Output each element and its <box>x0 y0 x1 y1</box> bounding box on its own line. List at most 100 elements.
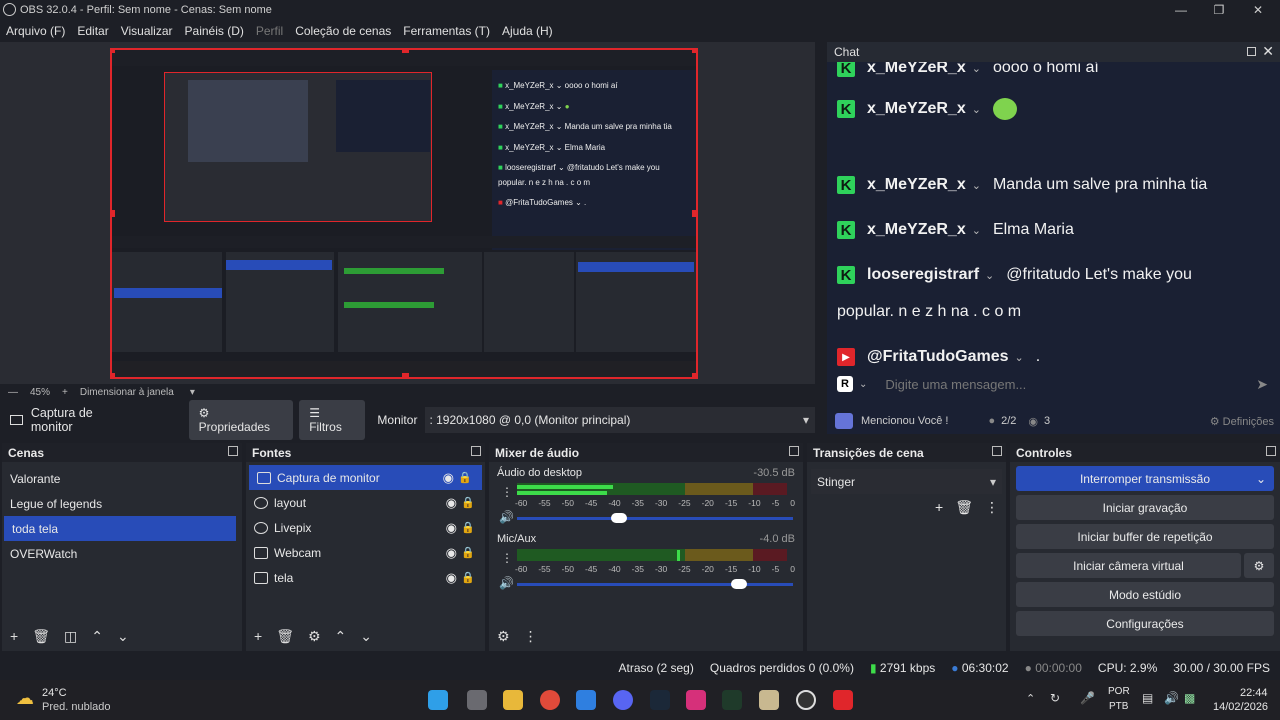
popout-icon[interactable] <box>1247 47 1256 56</box>
source-item[interactable]: tela ◉ 🔒 <box>246 565 485 590</box>
weather-icon[interactable]: ☁ <box>16 688 34 709</box>
minecraft-icon[interactable] <box>722 690 742 710</box>
menu-dots-icon[interactable]: ⋮ <box>501 551 513 565</box>
filters-button[interactable]: ☰ Filtros <box>299 400 366 440</box>
source-item[interactable]: Webcam ◉ 🔒 <box>246 540 485 565</box>
popout-icon[interactable] <box>471 446 481 456</box>
scene-item[interactable]: OVERWatch <box>2 541 242 566</box>
app-icon[interactable] <box>833 690 853 710</box>
instagram-icon[interactable] <box>686 690 706 710</box>
clock-time[interactable]: 22:44 <box>1240 687 1268 699</box>
popout-icon[interactable] <box>1266 446 1276 456</box>
eye-icon[interactable]: ◉ <box>446 570 457 586</box>
avatar[interactable]: R <box>837 376 853 392</box>
menu-perfil[interactable]: Perfil <box>250 24 289 38</box>
zoom-out-button[interactable]: — <box>8 387 18 398</box>
close-icon[interactable]: ✕ <box>1262 43 1274 60</box>
menu-ajuda[interactable]: Ajuda (H) <box>496 24 559 38</box>
mic-icon[interactable]: 🎤 <box>1080 691 1095 705</box>
volume-slider[interactable] <box>517 513 793 523</box>
lang-2[interactable]: PTB <box>1109 701 1128 712</box>
menu-dots-icon[interactable]: ⋮ <box>501 485 513 499</box>
properties-button[interactable]: ⚙ Propriedades <box>188 400 294 440</box>
network-icon[interactable]: ▤ <box>1142 691 1153 705</box>
lock-icon[interactable]: 🔒 <box>461 571 475 584</box>
menu-arquivo[interactable]: Arquivo (F) <box>0 24 71 38</box>
lock-icon[interactable]: 🔒 <box>458 471 472 484</box>
speaker-icon[interactable]: 🔊 <box>499 510 514 524</box>
send-icon[interactable]: ➤ <box>1256 376 1268 393</box>
eye-icon[interactable]: ◉ <box>446 495 457 511</box>
menu-visualizar[interactable]: Visualizar <box>115 24 179 38</box>
eye-icon[interactable]: ◉ <box>446 545 457 561</box>
advanced-audio-icon[interactable]: ⚙ <box>497 628 510 645</box>
game-icon[interactable] <box>759 690 779 710</box>
settings-button[interactable]: Configurações <box>1016 611 1274 636</box>
virtual-camera-button[interactable]: Iniciar câmera virtual <box>1016 553 1241 578</box>
lock-icon[interactable]: 🔒 <box>461 546 475 559</box>
eye-icon[interactable]: ◉ <box>443 470 454 486</box>
minimize-button[interactable]: — <box>1171 2 1191 18</box>
discord-icon[interactable] <box>613 690 633 710</box>
scene-item[interactable]: Legue of legends <box>2 491 242 516</box>
popout-icon[interactable] <box>789 446 799 456</box>
zoom-mode[interactable]: Dimensionar à janela <box>80 387 174 398</box>
source-item-selected[interactable]: Captura de monitor ◉ 🔒 <box>249 465 482 490</box>
lock-icon[interactable]: 🔒 <box>461 496 475 509</box>
steam-icon[interactable] <box>650 690 670 710</box>
outlook-icon[interactable] <box>576 690 596 710</box>
volume-slider[interactable] <box>517 579 793 589</box>
trash-icon[interactable]: 🗑 <box>955 499 973 516</box>
lock-icon[interactable]: 🔒 <box>461 521 475 534</box>
chrome-icon[interactable] <box>540 690 560 710</box>
menu-paineis[interactable]: Painéis (D) <box>179 24 250 38</box>
gear-icon[interactable]: ⚙ <box>1244 553 1274 578</box>
source-item[interactable]: layout ◉ 🔒 <box>246 490 485 515</box>
zoom-in-button[interactable]: + <box>62 387 68 398</box>
lang-1[interactable]: POR <box>1108 686 1130 697</box>
menu-dots-icon[interactable]: ⋮ <box>524 628 538 645</box>
chevron-down-icon[interactable]: ⌄ <box>859 379 867 390</box>
stop-stream-button[interactable]: Interromper transmissão ⌄ <box>1016 466 1274 491</box>
studio-mode-button[interactable]: Modo estúdio <box>1016 582 1274 607</box>
menu-ferramentas[interactable]: Ferramentas (T) <box>397 24 496 38</box>
scene-item[interactable]: Valorante <box>2 466 242 491</box>
move-down-icon[interactable]: ⌄ <box>117 628 129 645</box>
taskview-icon[interactable] <box>467 690 487 710</box>
trash-icon[interactable]: 🗑 <box>32 628 50 645</box>
speaker-icon[interactable]: 🔊 <box>499 576 514 590</box>
move-up-icon[interactable]: ⌃ <box>91 628 103 645</box>
start-recording-button[interactable]: Iniciar gravação <box>1016 495 1274 520</box>
close-button[interactable]: ✕ <box>1248 2 1268 18</box>
monitor-select[interactable]: : 1920x1080 @ 0,0 (Monitor principal) ▾ <box>425 407 815 433</box>
transition-select[interactable]: Stinger ▾ <box>811 469 1002 494</box>
scene-item-selected[interactable]: toda tela <box>4 516 236 541</box>
add-icon[interactable]: + <box>935 499 943 516</box>
add-icon[interactable]: + <box>10 628 18 645</box>
file-explorer-icon[interactable] <box>503 690 523 710</box>
eye-icon[interactable]: ◉ <box>446 520 457 536</box>
add-icon[interactable]: + <box>254 628 262 645</box>
battery-icon[interactable]: ▩ <box>1184 691 1195 705</box>
mention-label[interactable]: Mencionou Você ! <box>861 415 948 427</box>
settings-button[interactable]: ⚙ Definições <box>1210 415 1274 428</box>
filter-icon[interactable]: ◫ <box>64 628 77 645</box>
menu-dots-icon[interactable]: ⋮ <box>985 499 999 516</box>
trash-icon[interactable]: 🗑 <box>276 628 294 645</box>
volume-icon[interactable]: 🔊 <box>1164 691 1179 705</box>
source-item[interactable]: Livepix ◉ 🔒 <box>246 515 485 540</box>
popout-icon[interactable] <box>992 446 1002 456</box>
clock-date[interactable]: 14/02/2026 <box>1213 701 1268 713</box>
chevron-down-icon[interactable]: ▾ <box>190 387 195 398</box>
windows-start-icon[interactable] <box>428 690 448 710</box>
menu-editar[interactable]: Editar <box>71 24 114 38</box>
popout-icon[interactable] <box>228 446 238 456</box>
preview-canvas[interactable]: ■ x_MeYZeR_x ⌄ oooo o homi aí ■ x_MeYZeR… <box>110 48 698 379</box>
replay-buffer-button[interactable]: Iniciar buffer de repetição <box>1016 524 1274 549</box>
tray-chevron-icon[interactable]: ⌃ <box>1026 692 1035 705</box>
move-up-icon[interactable]: ⌃ <box>335 628 347 645</box>
menu-colecao-cenas[interactable]: Coleção de cenas <box>289 24 397 38</box>
sync-icon[interactable]: ↻ <box>1050 691 1060 705</box>
move-down-icon[interactable]: ⌄ <box>360 628 372 645</box>
chat-input[interactable]: Digite uma mensagem... <box>885 377 1026 392</box>
